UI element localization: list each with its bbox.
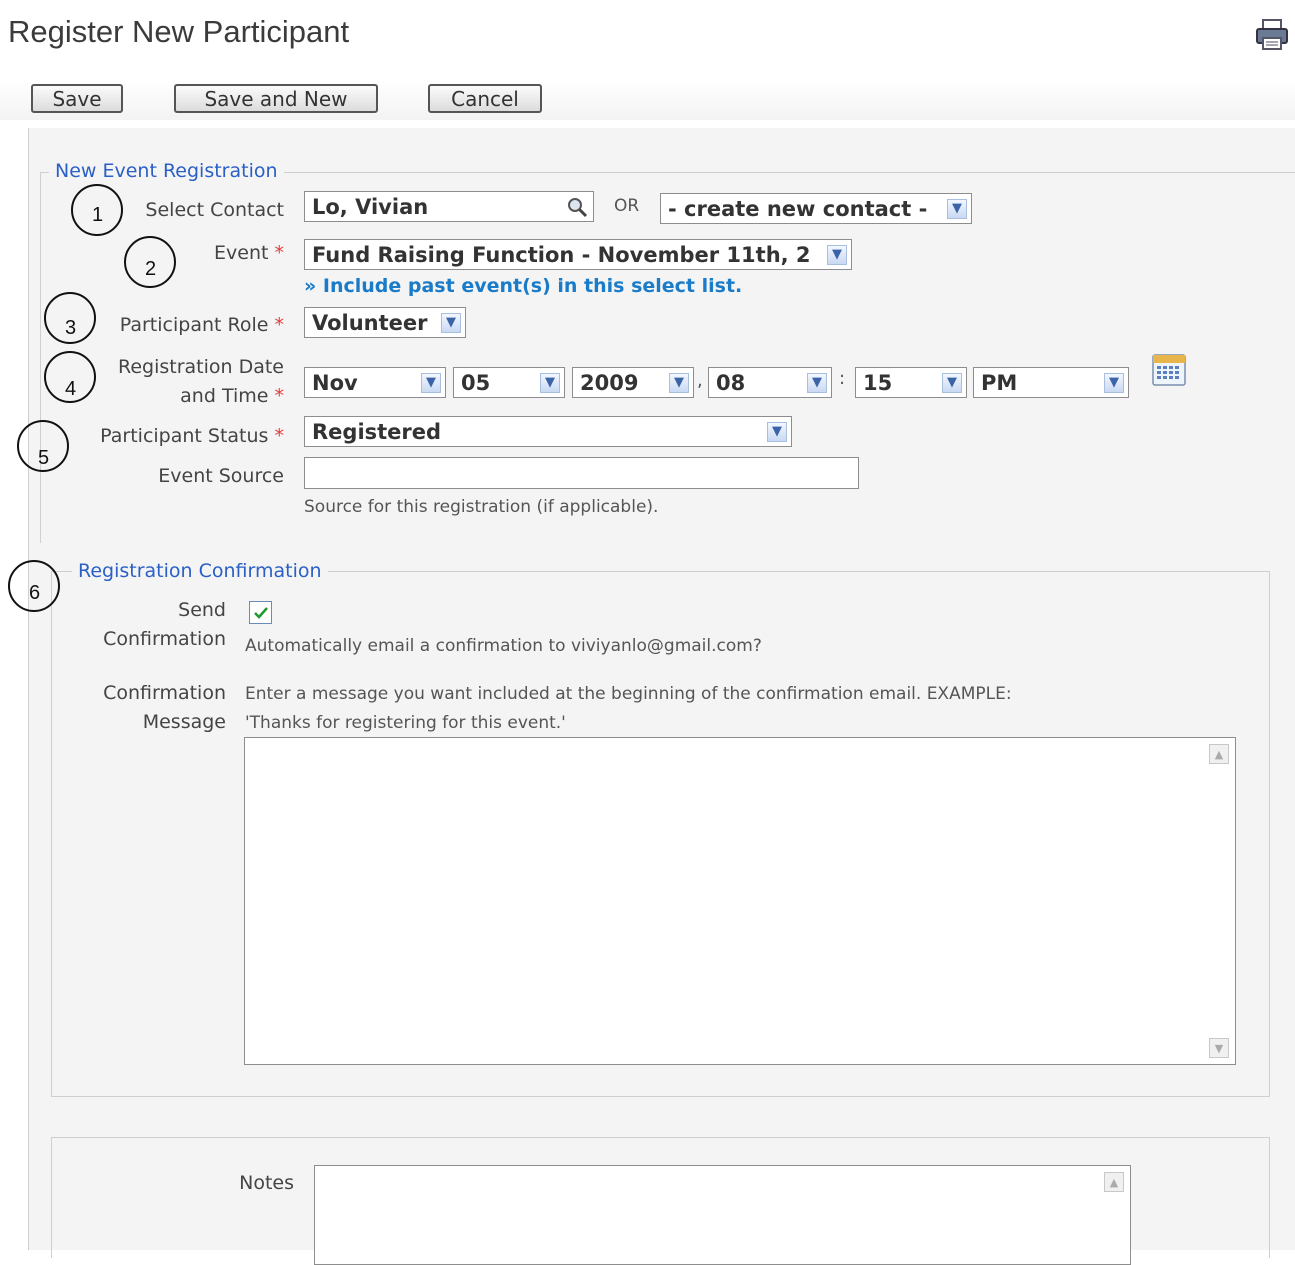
event-source-input[interactable] <box>304 457 859 489</box>
chevron-down-icon: ▼ <box>942 372 962 393</box>
year-select[interactable]: 2009 ▼ <box>572 367 694 398</box>
checkmark-icon <box>253 606 268 619</box>
notes-textarea[interactable]: ▲ <box>314 1165 1131 1265</box>
notes-label: Notes <box>239 1172 294 1194</box>
chevron-down-icon: ▼ <box>767 421 787 442</box>
search-icon[interactable] <box>565 195 589 219</box>
select-contact-label: Select Contact <box>145 199 284 221</box>
ampm-select[interactable]: PM ▼ <box>973 367 1129 398</box>
confirmation-message-help-1: Enter a message you want included at the… <box>245 684 1012 704</box>
month-select[interactable]: Nov ▼ <box>304 367 446 398</box>
event-select-value: Fund Raising Function - November 11th, 2 <box>312 242 811 267</box>
save-and-new-button[interactable]: Save and New <box>174 84 378 113</box>
chevron-down-icon: ▼ <box>1104 372 1124 393</box>
participant-status-label: Participant Status * <box>100 425 284 447</box>
send-confirmation-help: Automatically email a confirmation to vi… <box>245 636 762 656</box>
scroll-up-icon[interactable]: ▲ <box>1104 1172 1124 1192</box>
scroll-down-icon[interactable]: ▼ <box>1209 1038 1229 1058</box>
page-title: Register New Participant <box>8 14 350 49</box>
annotation-circle-2: 2 <box>124 236 176 288</box>
new-contact-select[interactable]: - create new contact - ▼ <box>660 193 972 224</box>
annotation-circle-4: 4 <box>44 351 96 403</box>
confirmation-message-label-1: Confirmation <box>103 682 226 704</box>
new-contact-select-value: - create new contact - <box>668 196 928 221</box>
confirmation-message-label-2: Message <box>142 711 226 733</box>
chevron-down-icon: ▼ <box>947 198 967 219</box>
annotation-circle-5: 5 <box>17 420 69 472</box>
send-confirmation-label-1: Send <box>178 599 226 621</box>
contact-input-value: Lo, Vivian <box>312 194 429 219</box>
printer-icon[interactable] <box>1254 18 1290 52</box>
chevron-down-icon: ▼ <box>421 372 441 393</box>
event-source-label: Event Source <box>158 465 284 487</box>
chevron-down-icon: ▼ <box>540 372 560 393</box>
chevron-down-icon: ▼ <box>669 372 689 393</box>
or-label: OR <box>614 196 640 216</box>
send-confirmation-checkbox[interactable] <box>249 601 272 624</box>
date-separator: , <box>697 370 703 391</box>
chevron-down-icon: ▼ <box>807 372 827 393</box>
hour-select[interactable]: 08 ▼ <box>708 367 832 398</box>
participant-status-value: Registered <box>312 419 442 444</box>
calendar-icon[interactable] <box>1152 354 1186 390</box>
chevron-down-icon: ▼ <box>441 312 461 333</box>
send-confirmation-label-2: Confirmation <box>103 628 226 650</box>
registration-time-label: and Time * <box>180 385 284 407</box>
scroll-up-icon[interactable]: ▲ <box>1209 744 1229 764</box>
event-select[interactable]: Fund Raising Function - November 11th, 2… <box>304 239 852 270</box>
annotation-circle-6: 6 <box>8 560 60 612</box>
participant-role-select[interactable]: Volunteer ▼ <box>304 307 466 338</box>
annotation-circle-1: 1 <box>71 184 123 236</box>
chevron-down-icon: ▼ <box>827 244 847 265</box>
annotation-circle-3: 3 <box>44 292 96 344</box>
day-select[interactable]: 05 ▼ <box>453 367 565 398</box>
confirmation-legend: Registration Confirmation <box>72 560 328 582</box>
registration-legend: New Event Registration <box>49 160 284 182</box>
minute-select[interactable]: 15 ▼ <box>855 367 967 398</box>
confirmation-message-textarea[interactable]: ▲ ▼ <box>244 737 1236 1065</box>
include-past-events-link[interactable]: » Include past event(s) in this select l… <box>304 275 742 297</box>
participant-role-value: Volunteer <box>312 310 428 335</box>
time-separator: : <box>839 368 846 389</box>
cancel-button[interactable]: Cancel <box>428 84 542 113</box>
registration-date-label: Registration Date <box>117 356 284 378</box>
event-source-help: Source for this registration (if applica… <box>304 497 659 517</box>
contact-input[interactable]: Lo, Vivian <box>304 191 594 222</box>
save-button[interactable]: Save <box>31 84 123 113</box>
participant-role-label: Participant Role * <box>119 314 284 336</box>
confirmation-message-help-2: 'Thanks for registering for this event.' <box>245 713 566 733</box>
participant-status-select[interactable]: Registered ▼ <box>304 416 792 447</box>
